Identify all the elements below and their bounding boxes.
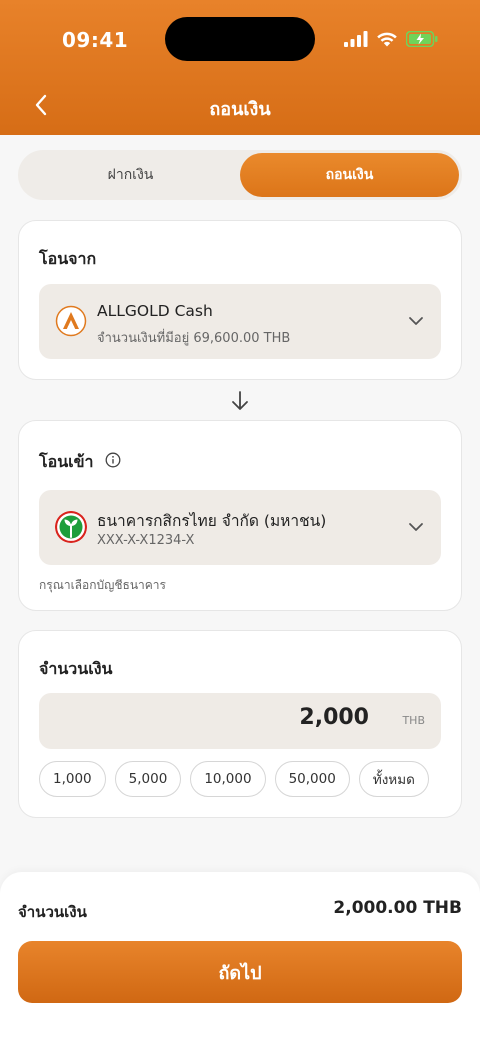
quick-amount-50000[interactable]: 50,000	[274, 761, 350, 797]
header: 09:41 ถอนเงิน	[0, 0, 480, 135]
status-time: 09:41	[62, 28, 129, 52]
amount-value: 2,000	[299, 705, 369, 730]
transfer-to-title: โอนเข้า	[39, 452, 94, 471]
amount-card: จำนวนเงิน 2,000 THB 1,000 5,000 10,000 5…	[18, 630, 462, 818]
chevron-down-icon	[409, 523, 423, 531]
allgold-logo-icon	[55, 305, 87, 337]
quick-amount-chips: 1,000 5,000 10,000 50,000 ทั้งหมด	[39, 761, 429, 797]
kbank-logo-icon	[55, 511, 87, 543]
arrow-down-icon	[232, 391, 248, 410]
destination-bank-selector[interactable]: ธนาคารกสิกรไทย จำกัด (มหาชน) XXX-X-X1234…	[39, 490, 441, 565]
tab-withdraw[interactable]: ถอนเงิน	[240, 153, 459, 197]
battery-icon	[406, 31, 438, 47]
deposit-withdraw-toggle: ฝากเงิน ถอนเงิน	[18, 150, 462, 200]
transfer-from-title: โอนจาก	[39, 249, 97, 268]
quick-amount-1000[interactable]: 1,000	[39, 761, 106, 797]
dynamic-island	[165, 17, 315, 61]
status-bar: 09:41	[0, 0, 480, 80]
info-icon[interactable]	[105, 452, 121, 468]
source-account-selector[interactable]: ALLGOLD Cash จำนวนเงินที่มีอยู่ 69,600.0…	[39, 284, 441, 359]
signal-icon	[344, 31, 368, 47]
destination-bank-name: ธนาคารกสิกรไทย จำกัด (มหาชน)	[97, 512, 327, 530]
chevron-down-icon	[409, 317, 423, 325]
quick-amount-10000[interactable]: 10,000	[190, 761, 266, 797]
quick-amount-all[interactable]: ทั้งหมด	[358, 761, 429, 797]
tab-deposit[interactable]: ฝากเงิน	[21, 153, 240, 197]
transfer-from-card: โอนจาก ALLGOLD Cash จำนวนเงินที่มีอยู่ 6…	[18, 220, 462, 380]
status-icons	[344, 29, 438, 49]
source-account-balance: จำนวนเงินที่มีอยู่ 69,600.00 THB	[97, 331, 291, 346]
destination-account-number: XXX-X-X1234-X	[97, 533, 195, 548]
next-button[interactable]: ถัดไป	[18, 941, 462, 1003]
nav-bar: ถอนเงิน	[0, 80, 480, 135]
quick-amount-5000[interactable]: 5,000	[114, 761, 182, 797]
total-amount-value: 2,000.00 THB	[333, 898, 462, 918]
page-title: ถอนเงิน	[209, 99, 271, 120]
bottom-summary-panel: จำนวนเงิน 2,000.00 THB ถัดไป	[0, 872, 480, 1044]
bank-select-hint: กรุณาเลือกบัญชีธนาคาร	[39, 578, 166, 592]
wifi-icon	[377, 32, 397, 47]
transfer-to-card: โอนเข้า ธนาคารกสิกรไทย จำกัด (มหาชน) XXX…	[18, 420, 462, 611]
amount-input[interactable]: 2,000 THB	[39, 693, 441, 749]
amount-title: จำนวนเงิน	[39, 659, 113, 678]
amount-unit: THB	[402, 714, 425, 727]
total-amount-label: จำนวนเงิน	[18, 903, 87, 921]
source-account-name: ALLGOLD Cash	[97, 302, 213, 320]
